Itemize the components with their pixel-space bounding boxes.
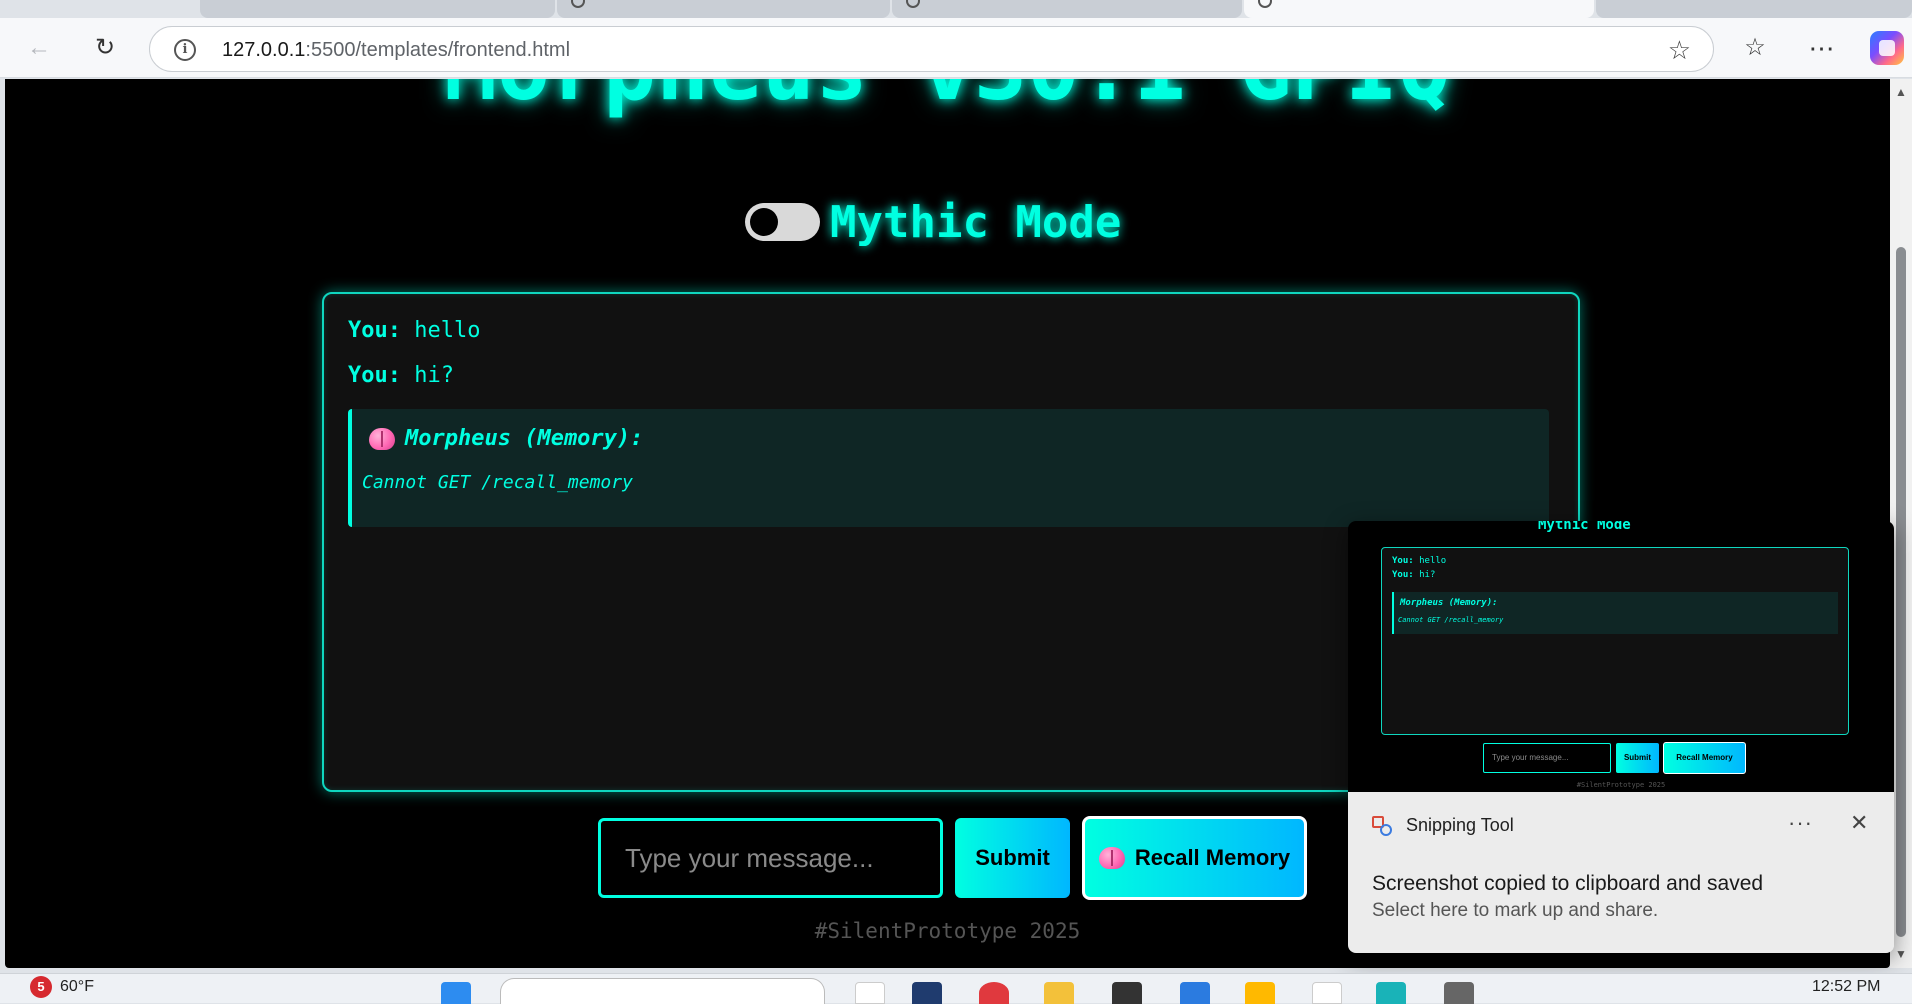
screenshot-preview[interactable]: Mythic Mode You: hello You: hi? Morpheus…	[1348, 521, 1894, 792]
scrollbar-thumb[interactable]	[1896, 247, 1906, 937]
taskbar-app-icon[interactable]	[1245, 982, 1275, 1004]
memory-title-text: Morpheus (Memory):	[405, 426, 644, 451]
address-bar[interactable]: i 127.0.0.1:5500/templates/frontend.html…	[149, 26, 1714, 72]
toast-body[interactable]: Snipping Tool ··· ✕ Screenshot copied to…	[1348, 792, 1894, 953]
taskbar-app-icon[interactable]	[912, 982, 942, 1004]
preview-footer: #SilentPrototype 2025	[1576, 781, 1666, 789]
edge-icon[interactable]	[1376, 982, 1406, 1004]
memory-text: Cannot GET /recall_memory	[362, 472, 633, 493]
toast-subtitle: Select here to mark up and share.	[1372, 900, 1659, 921]
preview-input: Type your message...	[1483, 743, 1611, 773]
memory-title: Morpheus (Memory):	[369, 426, 643, 451]
tab-strip	[0, 0, 1912, 18]
back-icon[interactable]: ←	[20, 29, 58, 67]
recall-memory-label: Recall Memory	[1134, 845, 1291, 870]
chat-message: You: hi?	[348, 363, 454, 388]
scroll-up-icon[interactable]: ▲	[1895, 85, 1907, 99]
preview-text: hello	[1419, 556, 1447, 566]
preview-memory-title: Morpheus (Memory):	[1400, 598, 1498, 608]
scroll-down-icon[interactable]: ▼	[1895, 947, 1907, 961]
toast-title: Screenshot copied to clipboard and saved	[1372, 872, 1764, 895]
favorites-icon[interactable]: ☆	[1736, 29, 1774, 67]
taskbar-app-icon[interactable]	[855, 982, 885, 1004]
preview-sender: You:	[1392, 570, 1414, 580]
page-title: Morpheus v30.1 GPIQ	[5, 79, 1890, 120]
snipping-tool-icon	[1372, 816, 1394, 838]
globe-icon	[906, 0, 920, 8]
taskbar-app-icon[interactable]	[1444, 982, 1474, 1004]
vscode-icon[interactable]	[1180, 982, 1210, 1004]
mythic-mode-label: Mythic Mode	[830, 196, 1122, 248]
url-path: :5500/templates/frontend.html	[305, 39, 571, 61]
browser-tab[interactable]	[200, 0, 555, 18]
more-options-icon[interactable]: ···	[1788, 810, 1813, 836]
star-icon[interactable]: ☆	[1668, 35, 1691, 66]
taskbar: 5 60°F 12:52 PM	[0, 973, 1912, 1004]
taskbar-search[interactable]	[500, 978, 825, 1004]
preview-message: You: hello	[1392, 556, 1446, 566]
preview-mode-label: Mythic Mode	[1538, 521, 1631, 533]
message-text: hello	[414, 318, 481, 343]
browser-tab[interactable]	[557, 0, 890, 18]
preview-memory-text: Cannot GET /recall_memory	[1398, 616, 1504, 624]
brain-icon	[1098, 847, 1125, 869]
preview-message: You: hi?	[1392, 570, 1435, 580]
info-icon[interactable]: i	[174, 39, 196, 61]
submit-button[interactable]: Submit	[955, 818, 1070, 898]
message-input[interactable]	[598, 818, 943, 898]
chat-message: You: hello	[348, 318, 480, 343]
browser-tab[interactable]	[892, 0, 1242, 18]
close-icon[interactable]: ✕	[1850, 812, 1868, 834]
preview-text: hi?	[1419, 570, 1436, 580]
browser-tab[interactable]	[1596, 0, 1912, 18]
memory-response: Morpheus (Memory): Cannot GET /recall_me…	[348, 409, 1549, 527]
recall-memory-button[interactable]: Recall Memory	[1082, 816, 1307, 900]
browser-toolbar: ← ↻ i 127.0.0.1:5500/templates/frontend.…	[0, 18, 1912, 78]
brain-icon	[369, 427, 395, 450]
toast-app-name: Snipping Tool	[1406, 815, 1514, 835]
temperature: 60°F	[60, 978, 94, 995]
message-sender: You:	[348, 318, 401, 343]
refresh-icon[interactable]: ↻	[86, 29, 124, 67]
more-icon[interactable]: ⋯	[1803, 29, 1841, 67]
browser-tab-active[interactable]	[1244, 0, 1594, 18]
input-row: Submit Recall Memory	[598, 816, 1307, 900]
preview-sender: You:	[1392, 556, 1414, 566]
preview-memory: Morpheus (Memory): Cannot GET /recall_me…	[1392, 592, 1838, 634]
snipping-tool-notification[interactable]: Mythic Mode You: hello You: hi? Morpheus…	[1348, 521, 1894, 953]
message-text: hi?	[414, 363, 454, 388]
mythic-mode-row: Mythic Mode	[745, 192, 1121, 252]
url-text[interactable]: 127.0.0.1:5500/templates/frontend.html	[222, 39, 570, 62]
globe-icon	[571, 0, 585, 8]
mythic-mode-toggle[interactable]	[745, 203, 820, 241]
clock: 12:52 PM	[1812, 978, 1881, 995]
taskbar-app-icon[interactable]	[1112, 982, 1142, 1004]
preview-recall: Recall Memory	[1663, 742, 1746, 774]
message-sender: You:	[348, 363, 401, 388]
taskbar-app-icon[interactable]	[979, 982, 1009, 1004]
notification-badge: 5	[30, 976, 52, 998]
weather-widget[interactable]: 5 60°F	[30, 976, 94, 998]
taskbar-app-icon[interactable]	[1312, 982, 1342, 1004]
globe-icon	[1258, 0, 1272, 8]
folder-icon[interactable]	[1044, 982, 1074, 1004]
copilot-icon[interactable]	[1870, 31, 1904, 65]
preview-submit: Submit	[1616, 743, 1659, 773]
url-host: 127.0.0.1	[222, 39, 306, 61]
preview-chat-log: You: hello You: hi? Morpheus (Memory): C…	[1381, 547, 1849, 735]
toggle-knob	[750, 208, 778, 236]
start-icon[interactable]	[441, 982, 471, 1004]
